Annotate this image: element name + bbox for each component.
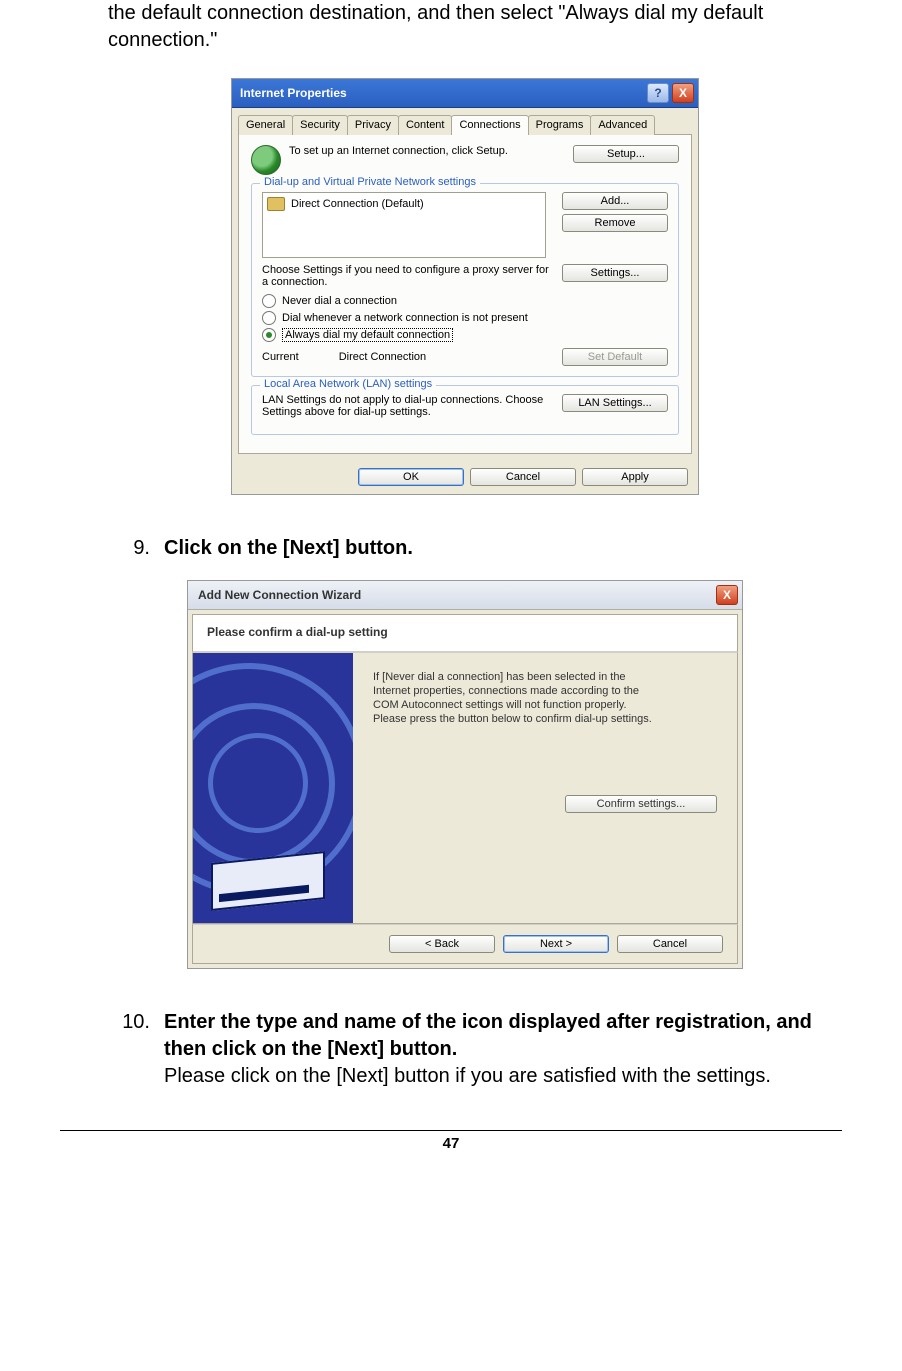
tab-programs[interactable]: Programs — [528, 115, 592, 135]
tab-security[interactable]: Security — [292, 115, 348, 135]
dialup-fieldset: Dial-up and Virtual Private Network sett… — [251, 183, 679, 377]
step-10: 10. Enter the type and name of the icon … — [108, 1009, 822, 1090]
tab-privacy[interactable]: Privacy — [347, 115, 399, 135]
radio-never-dial[interactable]: Never dial a connection — [262, 294, 668, 308]
tab-strip: General Security Privacy Content Connect… — [232, 108, 698, 134]
internet-properties-dialog: Internet Properties ? X General Security… — [231, 78, 699, 495]
radio-always-dial[interactable]: Always dial my default connection — [262, 328, 668, 342]
dialog-button-row: OK Cancel Apply — [232, 460, 698, 494]
lan-text: LAN Settings do not apply to dial-up con… — [262, 394, 554, 418]
wizard-text-line: Internet properties, connections made ac… — [373, 685, 717, 697]
wizard-text-line: COM Autoconnect settings will not functi… — [373, 699, 717, 711]
tab-general[interactable]: General — [238, 115, 293, 135]
dialog-title: Add New Connection Wizard — [198, 588, 361, 602]
page-number: 47 — [0, 1135, 902, 1152]
lan-legend: Local Area Network (LAN) settings — [260, 378, 436, 390]
help-button[interactable]: ? — [647, 83, 669, 103]
titlebar: Internet Properties ? X — [232, 79, 698, 108]
next-button[interactable]: Next > — [503, 935, 609, 953]
set-default-button: Set Default — [562, 348, 668, 366]
tab-advanced[interactable]: Advanced — [590, 115, 655, 135]
step-text: Click on the [Next] button. — [164, 535, 822, 562]
radio-icon — [262, 311, 276, 325]
step-text-bold: Enter the type and name of the icon disp… — [164, 1011, 812, 1060]
tab-content[interactable]: Content — [398, 115, 453, 135]
back-button[interactable]: < Back — [389, 935, 495, 953]
choose-settings-text: Choose Settings if you need to configure… — [262, 264, 554, 288]
step-9: 9. Click on the [Next] button. — [108, 535, 822, 562]
figure-wizard: Add New Connection Wizard X Please confi… — [108, 580, 822, 969]
cancel-button[interactable]: Cancel — [617, 935, 723, 953]
list-item-label: Direct Connection (Default) — [291, 198, 424, 210]
dialup-legend: Dial-up and Virtual Private Network sett… — [260, 176, 480, 188]
tab-connections[interactable]: Connections — [451, 115, 528, 135]
lan-settings-button[interactable]: LAN Settings... — [562, 394, 668, 412]
wizard-text-line: Please press the button below to confirm… — [373, 713, 717, 725]
tab-content-panel: To set up an Internet connection, click … — [238, 134, 692, 454]
wizard-body: If [Never dial a connection] has been se… — [192, 653, 738, 924]
intro-text: the default connection destination, and … — [108, 0, 822, 54]
radio-label: Dial whenever a network connection is no… — [282, 312, 528, 324]
close-button[interactable]: X — [672, 83, 694, 103]
close-button[interactable]: X — [716, 585, 738, 605]
lan-fieldset: Local Area Network (LAN) settings LAN Se… — [251, 385, 679, 435]
radio-label: Never dial a connection — [282, 295, 397, 307]
wizard-content: If [Never dial a connection] has been se… — [353, 653, 737, 923]
globe-icon — [251, 145, 281, 175]
figure-internet-properties: Internet Properties ? X General Security… — [108, 78, 822, 495]
current-label: Current — [262, 351, 299, 363]
setup-text: To set up an Internet connection, click … — [289, 145, 565, 157]
current-value: Direct Connection — [339, 351, 522, 363]
radio-icon — [262, 328, 276, 342]
radio-label: Always dial my default connection — [282, 328, 453, 342]
radio-icon — [262, 294, 276, 308]
wizard-subtitle: Please confirm a dial-up setting — [192, 614, 738, 653]
cancel-button[interactable]: Cancel — [470, 468, 576, 486]
step-number: 10. — [108, 1009, 164, 1090]
add-connection-wizard-dialog: Add New Connection Wizard X Please confi… — [187, 580, 743, 969]
add-button[interactable]: Add... — [562, 192, 668, 210]
confirm-settings-button[interactable]: Confirm settings... — [565, 795, 717, 813]
footer-divider — [60, 1130, 842, 1131]
list-item[interactable]: Direct Connection (Default) — [267, 197, 541, 211]
connection-listbox[interactable]: Direct Connection (Default) — [262, 192, 546, 258]
ok-button[interactable]: OK — [358, 468, 464, 486]
setup-button[interactable]: Setup... — [573, 145, 679, 163]
step-number: 9. — [108, 535, 164, 562]
wizard-text-line: If [Never dial a connection] has been se… — [373, 671, 717, 683]
remove-button[interactable]: Remove — [562, 214, 668, 232]
dialog-title: Internet Properties — [240, 86, 347, 100]
wizard-art-icon — [193, 653, 353, 923]
apply-button[interactable]: Apply — [582, 468, 688, 486]
wizard-button-row: < Back Next > Cancel — [192, 924, 738, 964]
titlebar: Add New Connection Wizard X — [188, 581, 742, 610]
settings-button[interactable]: Settings... — [562, 264, 668, 282]
connection-icon — [267, 197, 285, 211]
radio-dial-when-not-present[interactable]: Dial whenever a network connection is no… — [262, 311, 668, 325]
step-text-plain: Please click on the [Next] button if you… — [164, 1065, 771, 1087]
